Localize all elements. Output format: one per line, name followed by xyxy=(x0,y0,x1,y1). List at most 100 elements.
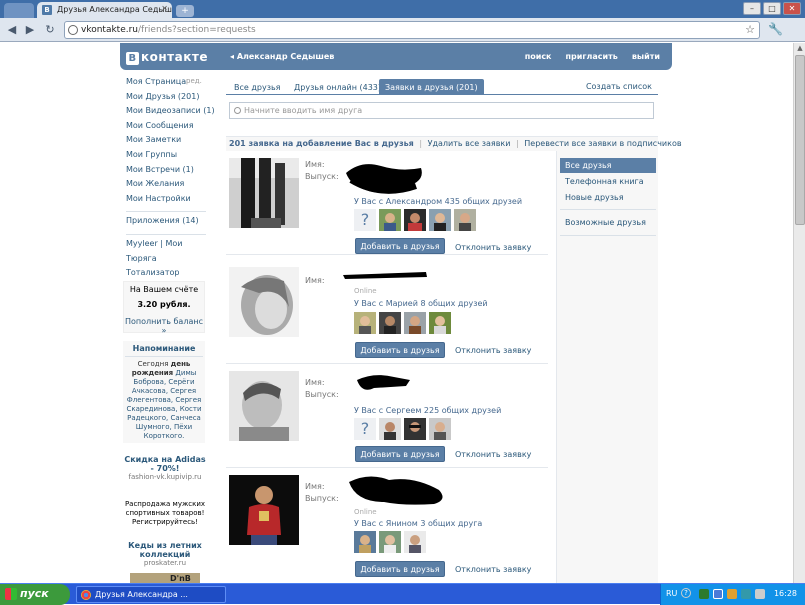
menu-item-events[interactable]: Мои Встречи (1) xyxy=(126,165,208,180)
back-to-profile-link[interactable]: ◂ Александр Седышев xyxy=(230,52,334,61)
ad-image-text: D'nB xyxy=(170,574,191,583)
close-window-button[interactable]: ✕ xyxy=(783,2,801,15)
browser-tab-title: Друзья Александра Седыш xyxy=(57,5,172,14)
page-scrollbar[interactable]: ▲ xyxy=(793,43,805,583)
filter-new-friends[interactable]: Новые друзья xyxy=(560,190,656,205)
mutual-avatar[interactable] xyxy=(404,418,426,440)
browser-tab-ghost[interactable] xyxy=(4,3,34,18)
ad-sports-sale[interactable]: Распродажа мужских спортивных товаров! Р… xyxy=(123,500,207,527)
online-status: Online xyxy=(354,287,377,295)
menu-item-apps[interactable]: Приложения (14) xyxy=(126,216,208,231)
menu-item-myyleer[interactable]: Myyleer | Мои xyxy=(126,239,208,254)
add-friend-button[interactable]: Добавить в друзья xyxy=(355,446,445,462)
filter-possible-friends[interactable]: Возможные друзья xyxy=(560,215,656,230)
mutual-avatar[interactable] xyxy=(379,209,401,231)
ad-title[interactable]: Кеды из летних коллекций xyxy=(123,541,207,559)
menu-item-settings[interactable]: Мои Настройки xyxy=(126,194,208,209)
redacted-scribble xyxy=(346,164,422,194)
mutual-avatar[interactable] xyxy=(379,312,401,334)
menu-item-prison-game[interactable]: Тюряга xyxy=(126,254,208,269)
tab-all-friends[interactable]: Все друзья xyxy=(228,79,286,95)
mutual-avatar[interactable] xyxy=(404,312,426,334)
start-button[interactable]: пуск xyxy=(0,584,70,605)
minimize-button[interactable]: – xyxy=(743,2,761,15)
create-list-link[interactable]: Создать список xyxy=(586,82,652,91)
request-avatar[interactable] xyxy=(229,158,299,228)
tray-app-icon[interactable] xyxy=(713,589,723,599)
vk-logo[interactable]: Вконтакте xyxy=(126,50,208,65)
reload-icon[interactable]: ↻ xyxy=(42,22,58,38)
decline-request-link[interactable]: Отклонить заявку xyxy=(455,565,531,574)
add-friend-button[interactable]: Добавить в друзья xyxy=(355,561,445,577)
reminder-names[interactable]: Димы Боброва, Серёги Ачкасова, Сергея Фл… xyxy=(127,369,202,440)
menu-item-groups[interactable]: Мои Группы xyxy=(126,150,208,165)
filter-all-friends[interactable]: Все друзья xyxy=(560,158,656,173)
menu-item-my-page[interactable]: Моя Страница ред. xyxy=(126,77,208,92)
tray-app-icon[interactable] xyxy=(727,589,737,599)
tab-close-icon[interactable]: ✕ xyxy=(161,4,168,13)
friend-search-input[interactable]: Начните вводить имя друга xyxy=(229,102,654,119)
wrench-icon[interactable]: 🔧 xyxy=(768,22,783,36)
request-avatar[interactable] xyxy=(229,371,299,441)
menu-edit-link[interactable]: ред. xyxy=(186,77,202,85)
topup-link[interactable]: Пополнить баланс » xyxy=(124,317,204,335)
unknown-avatar-icon[interactable]: ? xyxy=(354,418,376,440)
mutual-avatar[interactable] xyxy=(429,209,451,231)
ad-adidas[interactable]: Скидка на Adidas - 70%! fashion-vk.kupiv… xyxy=(123,455,207,482)
tab-friends-online[interactable]: Друзья онлайн (433) xyxy=(288,79,387,95)
taskbar-chrome-window[interactable]: Друзья Александра ... xyxy=(76,586,226,603)
tray-app-icon[interactable] xyxy=(741,589,751,599)
add-friend-button[interactable]: Добавить в друзья xyxy=(355,238,445,254)
maximize-button[interactable]: □ xyxy=(763,2,781,15)
mutual-avatar[interactable] xyxy=(354,312,376,334)
network-icon[interactable] xyxy=(699,589,709,599)
mutual-avatar[interactable] xyxy=(404,531,426,553)
request-avatar[interactable] xyxy=(229,475,299,545)
mutual-avatar[interactable] xyxy=(404,209,426,231)
mutual-friends-text[interactable]: У Вас с Марией 8 общих друзей xyxy=(354,299,488,308)
delete-all-requests-link[interactable]: Удалить все заявки xyxy=(428,139,511,148)
scroll-thumb[interactable] xyxy=(795,55,805,225)
back-arrow-icon[interactable]: ◀ xyxy=(4,22,20,38)
menu-item-notes[interactable]: Мои Заметки xyxy=(126,135,208,150)
decline-request-link[interactable]: Отклонить заявку xyxy=(455,450,531,459)
mutual-avatar[interactable] xyxy=(454,209,476,231)
requests-summary-bar: 201 заявка на добавление Вас в друзья | … xyxy=(226,136,682,151)
decline-request-link[interactable]: Отклонить заявку xyxy=(455,243,531,252)
move-all-to-subscribers-link[interactable]: Перевести все заявки в подписчиков xyxy=(524,139,681,148)
mutual-friends-text[interactable]: У Вас с Александром 435 общих друзей xyxy=(354,197,522,206)
help-icon[interactable]: ? xyxy=(681,588,691,598)
volume-icon[interactable] xyxy=(755,589,765,599)
filter-divider xyxy=(560,235,656,236)
menu-item-wishes[interactable]: Мои Желания xyxy=(126,179,208,194)
add-friend-button[interactable]: Добавить в друзья xyxy=(355,342,445,358)
ad-title[interactable]: Скидка на Adidas - 70%! xyxy=(123,455,207,473)
header-link-invite[interactable]: пригласить xyxy=(566,52,618,61)
menu-item-messages[interactable]: Мои Сообщения xyxy=(126,121,208,136)
mutual-friends-thumbs xyxy=(354,531,426,553)
filter-phone-book[interactable]: Телефонная книга xyxy=(560,174,656,189)
decline-request-link[interactable]: Отклонить заявку xyxy=(455,346,531,355)
ad-sneakers[interactable]: Кеды из летних коллекций proskater.ru xyxy=(123,541,207,568)
mutual-friends-text[interactable]: У Вас с Сергеем 225 общих друзей xyxy=(354,406,501,415)
mutual-avatar[interactable] xyxy=(379,418,401,440)
header-link-search[interactable]: поиск xyxy=(525,52,552,61)
request-avatar[interactable] xyxy=(229,267,299,337)
tab-friend-requests[interactable]: Заявки в друзья (201) xyxy=(379,79,484,95)
new-tab-button[interactable]: + xyxy=(176,5,194,17)
mutual-avatar[interactable] xyxy=(429,418,451,440)
unknown-avatar-icon[interactable]: ? xyxy=(354,209,376,231)
header-link-logout[interactable]: выйти xyxy=(632,52,660,61)
scroll-up-icon[interactable]: ▲ xyxy=(795,44,805,54)
mutual-avatar[interactable] xyxy=(379,531,401,553)
menu-item-friends[interactable]: Мои Друзья (201) xyxy=(126,92,208,107)
forward-arrow-icon[interactable]: ▶ xyxy=(22,22,38,38)
mutual-avatar[interactable] xyxy=(354,531,376,553)
language-indicator[interactable]: RU xyxy=(666,589,677,598)
address-bar[interactable]: vkontakte.ru/friends?section=requests ☆ xyxy=(64,21,760,39)
mutual-friends-text[interactable]: У Вас с Янином 3 общих друга xyxy=(354,519,482,528)
bookmark-star-icon[interactable]: ☆ xyxy=(745,23,755,36)
menu-item-videos[interactable]: Мои Видеозаписи (1) xyxy=(126,106,215,121)
browser-tab[interactable]: В Друзья Александра Седыш ✕ xyxy=(37,2,172,18)
mutual-avatar[interactable] xyxy=(429,312,451,334)
